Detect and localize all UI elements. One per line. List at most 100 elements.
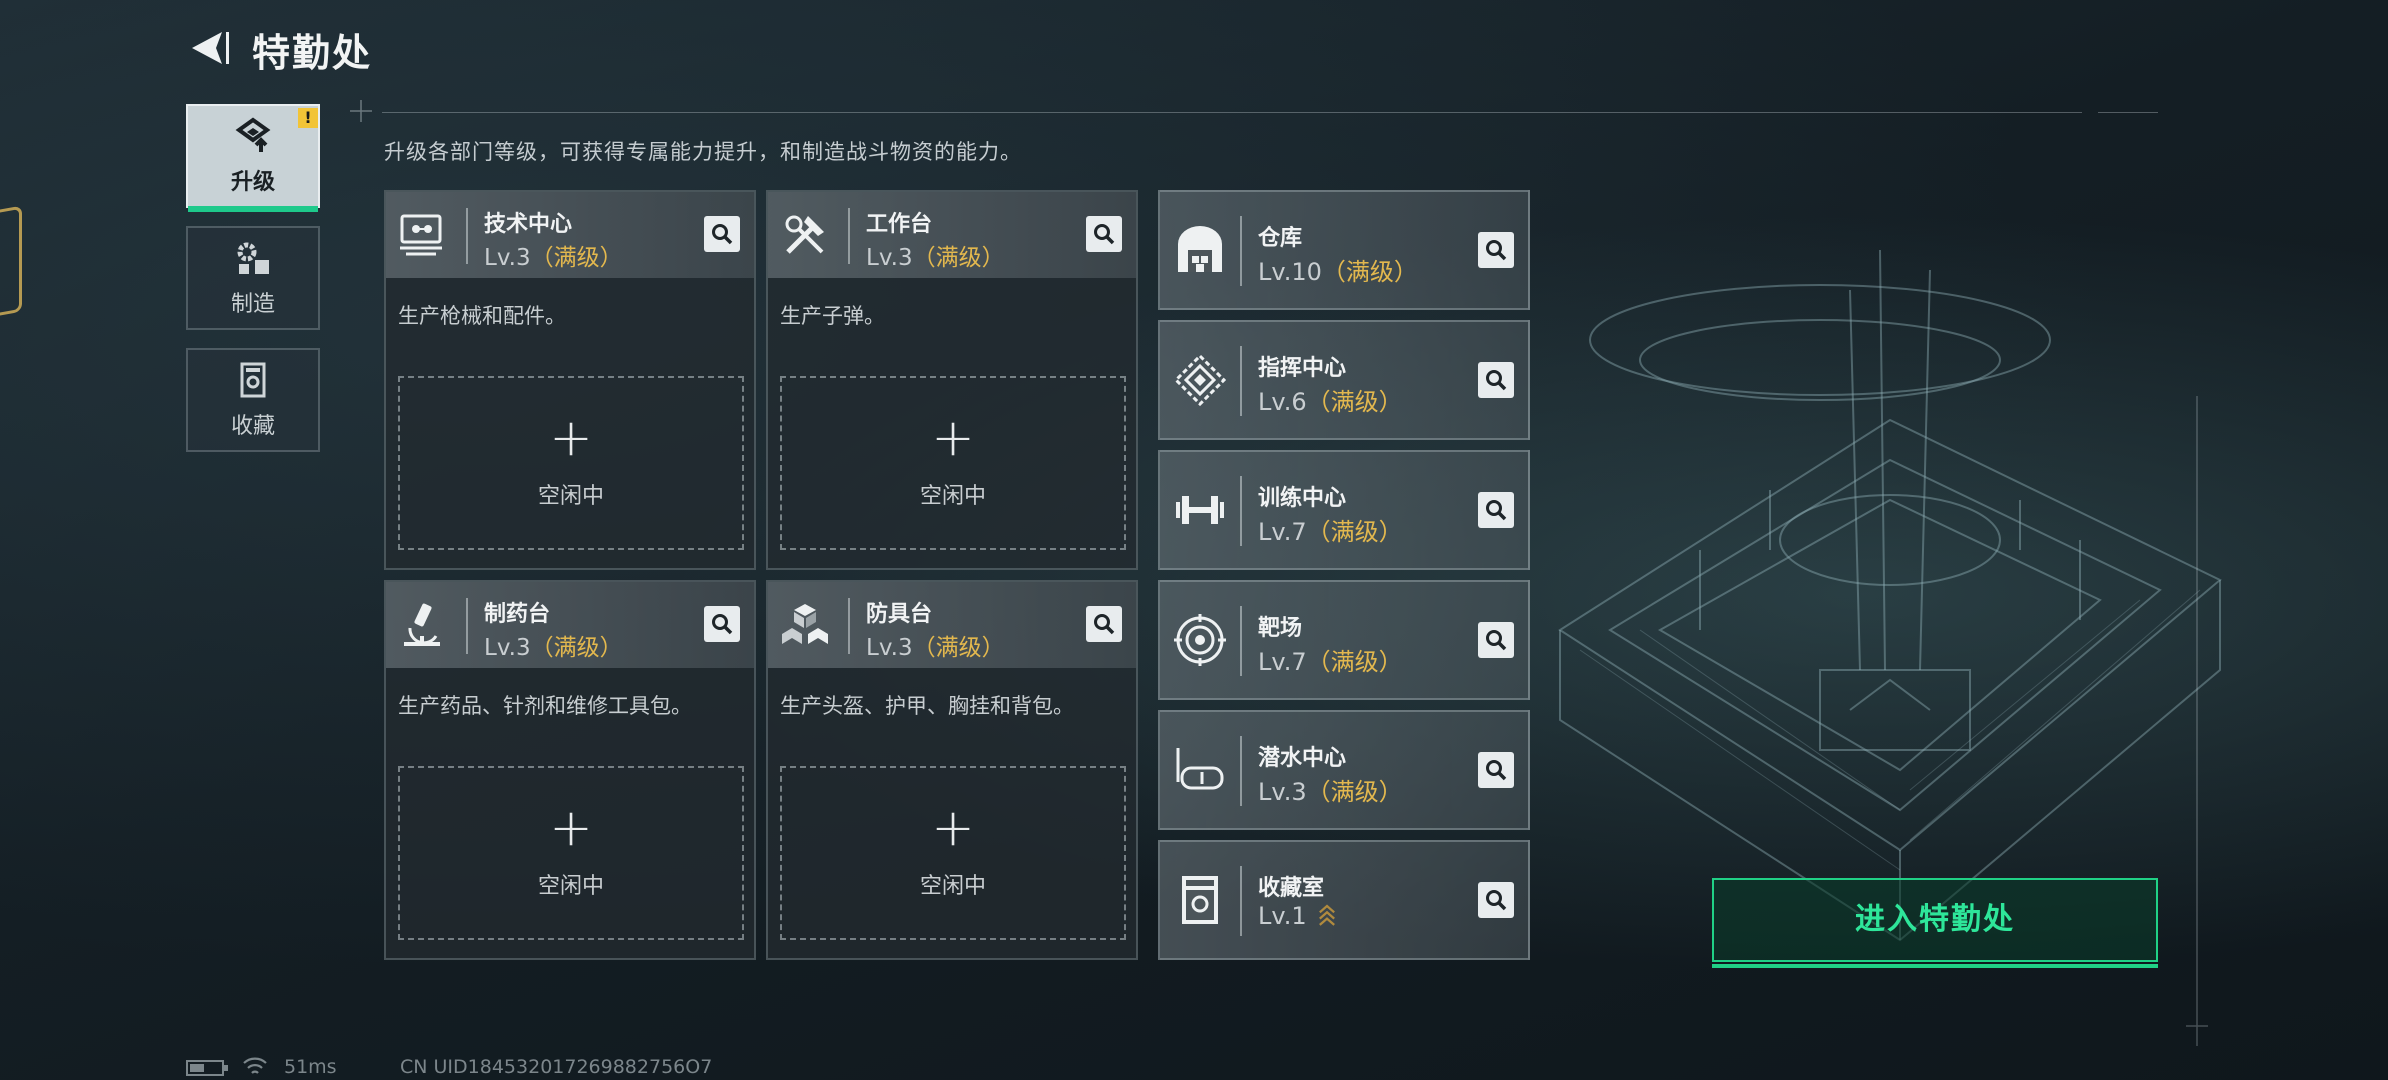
magnifier-icon (1486, 630, 1507, 651)
plus-icon: + (931, 798, 975, 858)
magnifier-icon (1486, 370, 1507, 391)
ping-readout: 51ms (284, 1056, 337, 1078)
dept-level: Lv.3（满级） (866, 635, 1005, 661)
production-slot[interactable]: + 空闲中 (398, 376, 744, 550)
facility-card-diving-center[interactable]: 潜水中心 Lv.3（满级） (1158, 710, 1530, 830)
production-slot[interactable]: + 空闲中 (780, 766, 1126, 940)
facility-level: Lv.3（满级） (1258, 778, 1403, 806)
search-button[interactable] (1086, 216, 1122, 252)
dept-card-pharmacy[interactable]: 制药台 Lv.3（满级） 生产药品、针剂和维修工具包。 + 空闲中 (384, 580, 756, 960)
monitor-icon (400, 214, 442, 256)
slot-status: 空闲中 (919, 484, 986, 509)
crosshair-mark (350, 100, 372, 122)
search-button[interactable] (704, 216, 740, 252)
search-button[interactable] (1478, 752, 1514, 788)
diving-mask-icon (1176, 748, 1224, 790)
dept-header: 工作台 Lv.3（满级） (768, 192, 1136, 278)
facility-name: 指挥中心 (1258, 356, 1347, 381)
facility-level: Lv.6（满级） (1258, 388, 1403, 416)
magnifier-icon (1486, 500, 1507, 521)
base-wireframe-illustration (1558, 250, 2222, 942)
dept-header: 技术中心 Lv.3（满级） (386, 192, 754, 278)
vertical-guide-line (2186, 396, 2208, 1046)
dept-name: 制药台 (484, 602, 551, 627)
nav-tab-craft[interactable]: 制造 (186, 226, 320, 330)
nav-label-collection: 收藏 (230, 414, 275, 439)
facility-name: 潜水中心 (1258, 746, 1347, 771)
warehouse-icon (1178, 226, 1222, 272)
facility-card-training-center[interactable]: 训练中心 Lv.7（满级） (1158, 450, 1530, 570)
microscope-icon (404, 603, 440, 646)
magnifier-icon (1486, 240, 1507, 261)
dept-card-workbench[interactable]: 工作台 Lv.3（满级） 生产子弹。 + 空闲中 (766, 190, 1138, 570)
divider (2098, 112, 2158, 113)
dept-name: 技术中心 (484, 212, 573, 237)
search-button[interactable] (1086, 606, 1122, 642)
magnifier-icon (712, 224, 733, 245)
enter-special-ops-button[interactable]: 进入特勤处 (1712, 878, 2158, 968)
active-indicator (188, 206, 318, 212)
dept-description: 生产子弹。 (780, 304, 885, 328)
alert-badge: ! (298, 108, 318, 128)
battery-icon (186, 1060, 228, 1076)
dept-level: Lv.3（满级） (484, 245, 623, 271)
magnifier-icon (1094, 224, 1115, 245)
upgrade-icon (235, 117, 271, 152)
dept-name: 工作台 (866, 212, 933, 237)
facility-card-warehouse[interactable]: 仓库 Lv.10（满级） (1158, 190, 1530, 310)
facility-card-collection-room[interactable]: 收藏室 Lv.1 (1158, 840, 1530, 960)
cubes-icon (782, 604, 828, 644)
dept-name: 防具台 (866, 602, 933, 627)
divider (382, 112, 2082, 113)
dept-card-tech-center[interactable]: 技术中心 Lv.3（满级） 生产枪械和配件。 + 空闲中 (384, 190, 756, 570)
production-slot[interactable]: + 空闲中 (398, 766, 744, 940)
slot-status: 空闲中 (537, 484, 604, 509)
back-icon[interactable] (186, 26, 230, 70)
upgrade-arrows-icon (1319, 904, 1336, 926)
slot-status: 空闲中 (919, 874, 986, 899)
plus-icon: + (931, 408, 975, 468)
production-slot[interactable]: + 空闲中 (780, 376, 1126, 550)
facility-name: 仓库 (1258, 226, 1303, 251)
search-button[interactable] (1478, 232, 1514, 268)
magnifier-icon (1486, 890, 1507, 911)
facility-card-shooting-range[interactable]: 靶场 Lv.7（满级） (1158, 580, 1530, 700)
collection-room-icon (1182, 876, 1218, 924)
search-button[interactable] (704, 606, 740, 642)
tools-icon (785, 215, 824, 254)
nav-label-craft: 制造 (230, 292, 275, 317)
wifi-icon (243, 1057, 267, 1074)
side-edge-badge (0, 205, 22, 321)
magnifier-icon (1094, 614, 1115, 635)
facility-name: 收藏室 (1258, 876, 1325, 901)
nav-tab-upgrade[interactable]: 升级 ! (186, 104, 320, 212)
gears-icon (237, 242, 269, 274)
facility-name: 训练中心 (1258, 486, 1347, 511)
dept-description: 生产药品、针剂和维修工具包。 (398, 694, 692, 718)
facility-card-command-center[interactable]: 指挥中心 Lv.6（满级） (1158, 320, 1530, 440)
dept-card-armor-bench[interactable]: 防具台 Lv.3（满级） 生产头盔、护甲、胸挂和背包。 + 空闲中 (766, 580, 1138, 960)
facility-name: 靶场 (1258, 616, 1303, 641)
search-button[interactable] (1478, 882, 1514, 918)
dept-description: 生产枪械和配件。 (398, 304, 566, 328)
dept-header: 制药台 Lv.3（满级） (386, 582, 754, 668)
player-uid: CN UID184532017269882756O7 (400, 1056, 713, 1078)
search-button[interactable] (1478, 362, 1514, 398)
dept-header: 防具台 Lv.3（满级） (768, 582, 1136, 668)
plus-icon: + (549, 408, 593, 468)
facility-level: Lv.7（满级） (1258, 648, 1403, 676)
search-button[interactable] (1478, 492, 1514, 528)
dept-level: Lv.3（满级） (484, 635, 623, 661)
nav-tab-collection[interactable]: 收藏 (186, 348, 320, 452)
collection-icon (240, 362, 266, 398)
command-icon (1173, 353, 1227, 407)
plus-icon: + (549, 798, 593, 858)
dept-level: Lv.3（满级） (866, 245, 1005, 271)
magnifier-icon (1486, 760, 1507, 781)
facility-level: Lv.10（满级） (1258, 258, 1418, 286)
facility-level: Lv.1 (1258, 902, 1336, 930)
search-button[interactable] (1478, 622, 1514, 658)
facility-level: Lv.7（满级） (1258, 518, 1403, 546)
nav-label-upgrade: 升级 (230, 170, 275, 195)
page-title: 特勤处 (252, 31, 373, 75)
